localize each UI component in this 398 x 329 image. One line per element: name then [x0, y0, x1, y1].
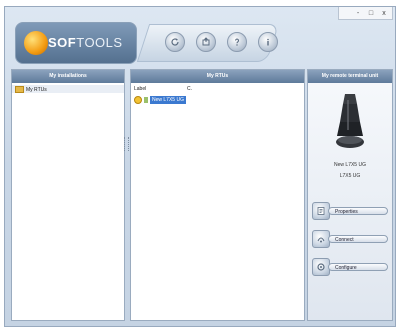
- app-window: - □ x SOFTOOLS My installations My RTUs …: [4, 6, 396, 327]
- column-header-c[interactable]: C.: [187, 86, 192, 92]
- configure-button[interactable]: Configure: [328, 263, 388, 271]
- info-icon[interactable]: [258, 32, 278, 52]
- panel-splitter[interactable]: [124, 137, 129, 151]
- connect-button[interactable]: Connect: [328, 235, 388, 243]
- installations-panel-title: My installations: [12, 70, 124, 83]
- help-icon[interactable]: [227, 32, 247, 52]
- configure-action[interactable]: Configure: [312, 258, 388, 276]
- softools-logo: SOFTOOLS: [15, 22, 137, 64]
- close-button[interactable]: x: [379, 10, 389, 17]
- logo-text-rest: TOOLS: [76, 35, 123, 50]
- rtu-device-image: [336, 94, 364, 148]
- export-icon[interactable]: [196, 32, 216, 52]
- window-controls: - □ x: [338, 7, 393, 20]
- installations-panel: My installations My RTUs: [11, 69, 125, 321]
- column-header-label[interactable]: Label: [134, 86, 146, 92]
- properties-action[interactable]: Properties: [312, 202, 388, 220]
- minimize-button[interactable]: -: [353, 10, 363, 17]
- rtu-row-label: New L7X5 UG: [150, 96, 186, 104]
- connect-action[interactable]: Connect: [312, 230, 388, 248]
- rtu-status-icon: [144, 97, 148, 103]
- remote-unit-panel-title: My remote terminal unit: [308, 70, 392, 83]
- logo-ball-icon: [24, 31, 48, 55]
- tree-item-my-rtus[interactable]: My RTUs: [15, 86, 47, 93]
- refresh-icon[interactable]: [165, 32, 185, 52]
- rtus-panel-title: My RTUs: [131, 70, 304, 83]
- folder-icon: [15, 86, 24, 93]
- rtus-panel: My RTUs Label C. New L7X5 UG: [130, 69, 305, 321]
- device-name: New L7X5 UG: [334, 162, 366, 168]
- expand-icon[interactable]: [134, 96, 142, 104]
- logo-text-bold: SOF: [48, 35, 77, 50]
- remote-unit-panel: My remote terminal unit New L7X5 UG L7X5…: [307, 69, 393, 321]
- rtu-row[interactable]: New L7X5 UG: [134, 96, 186, 104]
- app-header: SOFTOOLS: [5, 20, 395, 64]
- toolbar: [165, 32, 278, 52]
- maximize-button[interactable]: □: [366, 10, 376, 17]
- device-model: L7X5 UG: [339, 173, 361, 179]
- tree-item-label: My RTUs: [26, 86, 47, 93]
- properties-button[interactable]: Properties: [328, 207, 388, 215]
